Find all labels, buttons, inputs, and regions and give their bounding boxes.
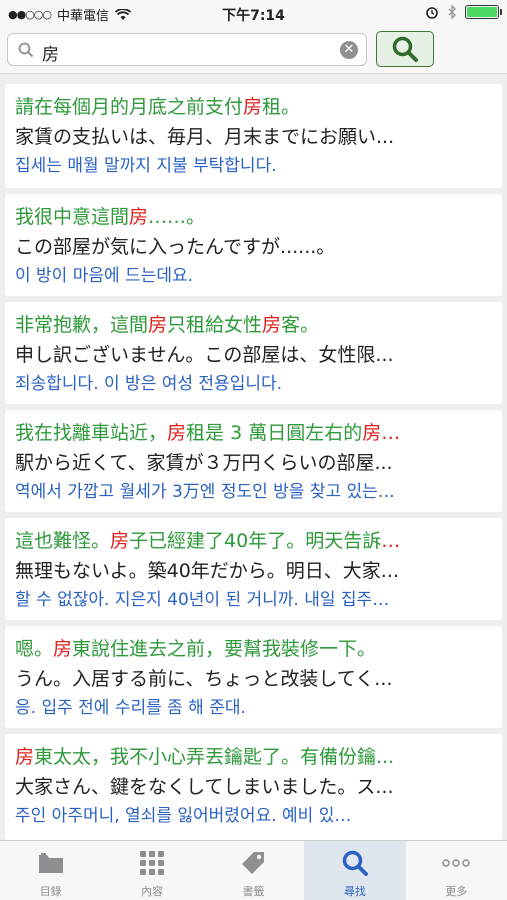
tab-label: 書籤 (242, 885, 265, 898)
tab-search[interactable]: 尋找 (304, 841, 406, 900)
result-chinese: 請在每個月的月底之前支付房租。 (15, 92, 492, 122)
highlight-term: 房 (148, 314, 168, 336)
result-card[interactable]: 嗯。房東說住進去之前，要幫我裝修一下。 うん。入居する前に、ちょっと改装してく.… (5, 626, 502, 728)
highlight-term: 房 (129, 206, 149, 228)
search-input[interactable]: 房 ✕ (7, 33, 367, 66)
search-icon (392, 36, 418, 62)
result-chinese: 嗯。房東說住進去之前，要幫我裝修一下。 (15, 634, 492, 664)
text-segment: 租是 3 萬日圓左右的 (186, 422, 363, 444)
highlight-term: 房 (262, 314, 282, 336)
result-chinese: 這也難怪。房子已經建了40年了。明天告訴… (15, 526, 492, 556)
highlight-term: … (381, 530, 401, 552)
result-japanese: 無理もないよ。築40年だから。明日、大家... (15, 560, 399, 582)
result-card[interactable]: 我很中意這間房……。 この部屋が気に入ったんですが......。 이 방이 마음… (5, 194, 502, 296)
result-japanese: 駅から近くて、家賃が３万円くらいの部屋... (15, 452, 393, 474)
result-card[interactable]: 這也難怪。房子已經建了40年了。明天告訴… 無理もないよ。築40年だから。明日、… (5, 518, 502, 620)
search-icon (342, 850, 368, 876)
result-japanese: 家賃の支払いは、毎月、月末までにお願い... (15, 126, 395, 148)
text-segment: 嗯。 (15, 638, 54, 660)
result-japanese: この部屋が気に入ったんですが......。 (15, 236, 336, 258)
status-bar: ●●○○○ 中華電信 下午7:14 (0, 0, 507, 28)
tab-label: 尋找 (343, 885, 366, 898)
result-korean: 집세는 매월 말까지 지불 부탁합니다. (15, 156, 277, 176)
result-korean: 죄송합니다. 이 방은 여성 전용입니다. (15, 374, 283, 394)
result-card[interactable]: 房東太太，我不小心弄丟鑰匙了。有備份鑰... 大家さん、鍵をなくしてしまいました… (5, 734, 502, 840)
tab-content[interactable]: 內容 (101, 841, 202, 900)
text-segment: 我很中意這間 (15, 206, 130, 228)
grid-icon (140, 851, 165, 875)
search-bar: 房 ✕ (0, 28, 507, 74)
tag-icon (242, 852, 265, 874)
folder-icon (38, 853, 63, 873)
tab-bookmarks[interactable]: 書籤 (203, 841, 304, 900)
search-button[interactable] (376, 31, 434, 67)
clear-icon[interactable]: ✕ (340, 41, 358, 59)
highlight-term: 房 (243, 96, 263, 118)
highlight-term: 房 (15, 746, 35, 768)
result-chinese: 非常抱歉，這間房只租給女性房客。 (15, 310, 492, 340)
result-japanese: 大家さん、鍵をなくしてしまいました。ス... (15, 776, 394, 798)
search-query-text: 房 (42, 45, 59, 65)
text-segment: ……。 (148, 206, 206, 228)
text-segment: 客。 (281, 314, 320, 336)
tab-label: 內容 (141, 885, 164, 898)
highlight-term: 房… (362, 422, 401, 444)
result-card[interactable]: 非常抱歉，這間房只租給女性房客。 申し訳ございません。この部屋は、女性限... … (5, 302, 502, 404)
result-korean: 응. 입주 전에 수리를 좀 해 준대. (15, 698, 246, 718)
highlight-term: 房 (53, 638, 73, 660)
search-glass-icon (18, 42, 34, 58)
text-segment: 東說住進去之前，要幫我裝修一下。 (72, 638, 377, 660)
status-right (425, 5, 502, 19)
result-japanese: 申し訳ございません。この部屋は、女性限... (15, 344, 394, 366)
result-card[interactable]: 我在找離車站近，房租是 3 萬日圓左右的房… 駅から近くて、家賃が３万円くらいの… (5, 410, 502, 512)
tab-bar: 目錄 內容 書籤 尋找 更多 (0, 840, 507, 900)
result-card[interactable]: 請在每個月的月底之前支付房租。 家賃の支払いは、毎月、月末までにお願い... 집… (5, 84, 502, 188)
more-icon (442, 859, 470, 867)
result-korean: 역에서 가깝고 월세가 3万엔 정도인 방을 찾고 있는… (15, 482, 395, 502)
tab-label: 目錄 (39, 885, 62, 898)
text-segment: 這也難怪。 (15, 530, 111, 552)
result-chinese: 我在找離車站近，房租是 3 萬日圓左右的房… (15, 418, 492, 448)
result-chinese: 我很中意這間房……。 (15, 202, 492, 232)
text-segment: 請在每個月的月底之前支付 (15, 96, 244, 118)
text-segment: 非常抱歉，這間 (15, 314, 149, 336)
text-segment: 東太太，我不小心弄丟鑰匙了。有備份鑰... (34, 746, 395, 768)
bluetooth-icon (448, 5, 456, 19)
alarm-icon (426, 7, 438, 19)
text-segment: 子已經建了40年了。明天告訴 (129, 530, 382, 552)
result-chinese: 房東太太，我不小心弄丟鑰匙了。有備份鑰... (15, 742, 492, 772)
tab-label: 更多 (445, 885, 468, 898)
result-korean: 할 수 없잖아. 지은지 40년이 된 거니까. 내일 집주… (15, 590, 390, 610)
battery-icon (465, 5, 502, 19)
result-korean: 주인 아주머니, 열쇠를 잃어버렸어요. 예비 있… (15, 806, 352, 826)
text-segment: 租。 (262, 96, 301, 118)
highlight-term: 房 (110, 530, 130, 552)
result-korean: 이 방이 마음에 드는데요. (15, 266, 194, 286)
tab-contents[interactable]: 目錄 (0, 841, 101, 900)
tab-more[interactable]: 更多 (406, 841, 507, 900)
results-list: 請在每個月的月底之前支付房租。 家賃の支払いは、毎月、月末までにお願い... 집… (0, 84, 507, 840)
text-segment: 只租給女性 (167, 314, 263, 336)
text-segment: 我在找離車站近， (15, 422, 168, 444)
result-japanese: うん。入居する前に、ちょっと改装してく... (15, 668, 393, 690)
highlight-term: 房 (167, 422, 187, 444)
